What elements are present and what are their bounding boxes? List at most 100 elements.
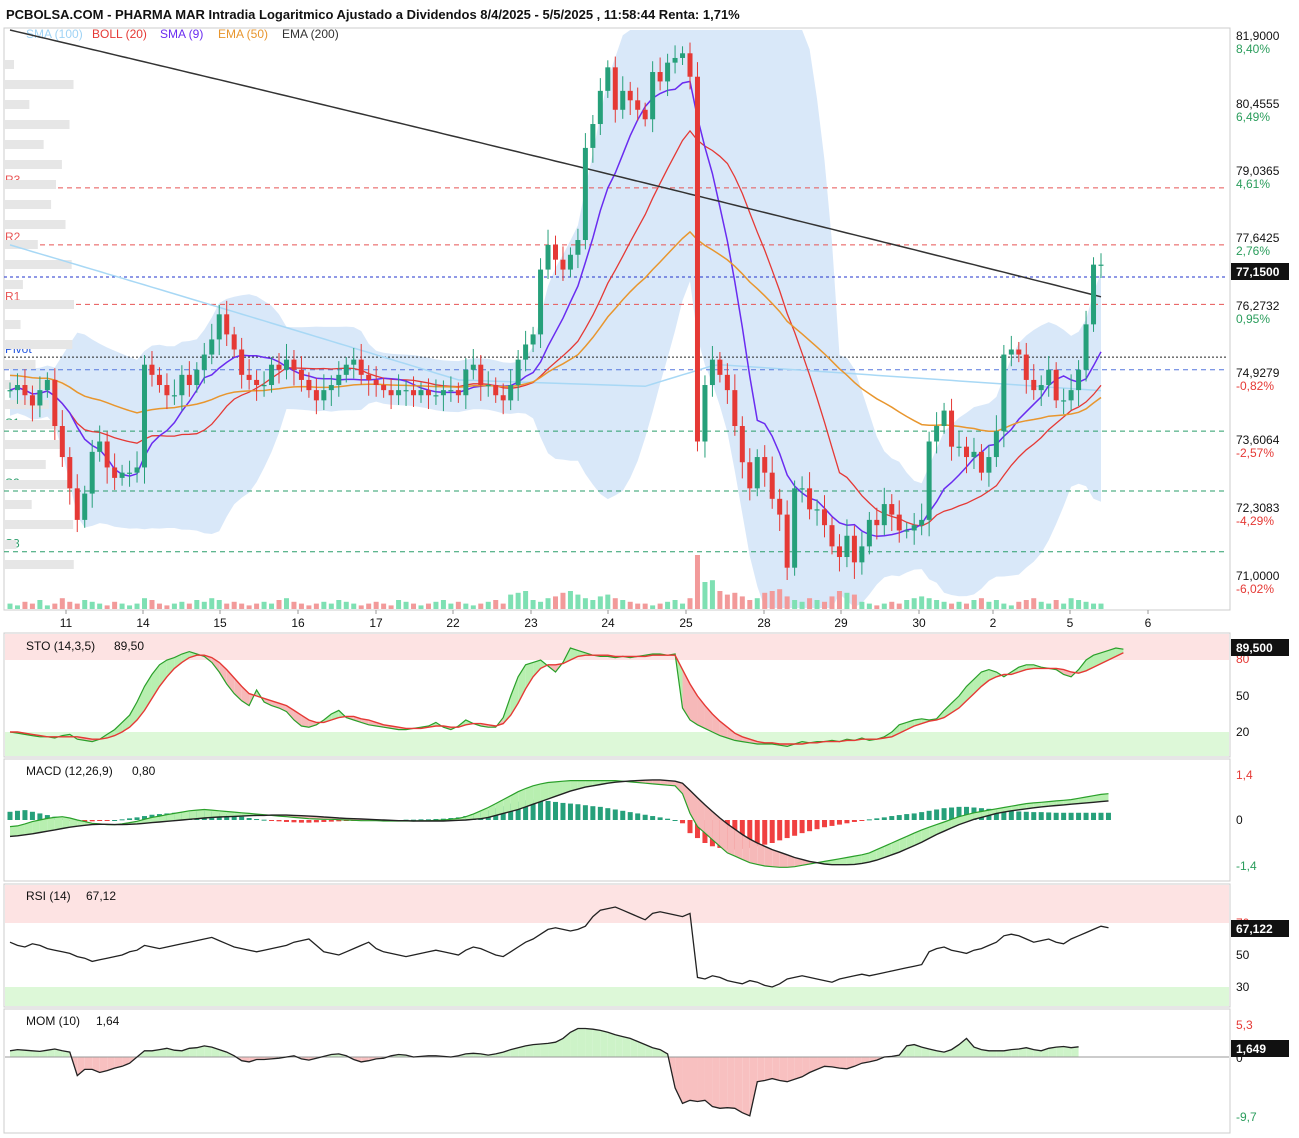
candle-body [523, 344, 529, 360]
candle-body [134, 467, 140, 473]
volume-bar [926, 598, 932, 609]
macd-fill [189, 810, 197, 820]
mom-fill [592, 1029, 601, 1057]
volume-bar [1098, 603, 1104, 609]
candle-body [620, 90, 626, 110]
candle-body [433, 395, 439, 397]
candle-body [306, 379, 312, 391]
candle-body [799, 488, 805, 490]
candle-body [396, 390, 402, 396]
candle-body [231, 334, 237, 350]
volume-bar [709, 580, 715, 609]
candle-body [508, 385, 514, 401]
candle-body [171, 395, 177, 397]
macd-fill [525, 785, 534, 807]
candle-body [612, 67, 618, 110]
pct-tick-label: -0,82% [1236, 379, 1274, 393]
candle-body [769, 472, 775, 499]
candle-body [478, 364, 484, 386]
volume-bar [201, 601, 207, 609]
mom-fill [742, 1057, 750, 1116]
volume-bar [724, 594, 730, 609]
volume-bar [1031, 598, 1037, 609]
macd-histogram-bar [836, 820, 842, 825]
macd-histogram-bar [291, 820, 297, 823]
mom-tick-label: -9,7 [1236, 1110, 1257, 1124]
candle-body [844, 535, 850, 558]
volume-bar [919, 596, 925, 609]
candle-body [463, 369, 469, 396]
candle-body [470, 364, 476, 370]
candle-body [963, 446, 969, 458]
candle-body [336, 374, 342, 386]
candle-body [59, 426, 65, 458]
volume-bar [396, 600, 402, 609]
volume-bar [605, 594, 611, 609]
volume-profile-bar [4, 280, 23, 289]
pct-tick-label: 2,76% [1236, 244, 1270, 258]
macd-histogram-bar [538, 800, 544, 820]
volume-bar [1001, 603, 1007, 609]
volume-bar [37, 600, 43, 609]
volume-bar [717, 591, 723, 609]
macd-histogram-bar [799, 820, 805, 834]
macd-histogram-bar [919, 812, 925, 820]
mom-fill [988, 1050, 997, 1057]
mom-fill [570, 1028, 578, 1057]
macd-fill [39, 818, 48, 833]
volume-bar [127, 605, 133, 609]
price-tick-label: 77,6425 [1236, 231, 1280, 245]
candle-body [829, 525, 835, 547]
candle-body [560, 259, 566, 270]
candle-body [582, 147, 588, 241]
volume-bar [164, 605, 170, 609]
candle-body [366, 374, 372, 380]
mom-fill [772, 1057, 780, 1081]
volume-bar [1091, 603, 1097, 609]
macd-histogram-bar [567, 803, 573, 820]
volume-bar [485, 601, 491, 609]
candle-body [261, 385, 267, 387]
candle-body [971, 451, 977, 458]
mom-fill [764, 1057, 773, 1081]
macd-histogram-bar [276, 820, 282, 822]
macd-histogram-bar [672, 820, 678, 821]
candle-body [919, 519, 925, 526]
candle-body [321, 390, 327, 401]
candle-body [119, 472, 125, 478]
candle-body [358, 359, 364, 375]
candle-body [254, 379, 260, 386]
candle-body [1046, 369, 1052, 386]
pct-tick-label: -4,29% [1236, 514, 1274, 528]
mom-fill [189, 1047, 197, 1057]
mom-fill [84, 1057, 93, 1070]
candle-body [1068, 390, 1074, 401]
volume-bar [313, 603, 319, 609]
macd-histogram-bar [306, 820, 312, 823]
candle-body [246, 374, 252, 380]
macd-histogram-bar [904, 814, 910, 820]
volume-bar [52, 603, 58, 609]
candle-body [104, 441, 110, 468]
macd-histogram-bar [269, 820, 275, 821]
volume-bar [836, 591, 842, 609]
macd-fill [10, 825, 18, 837]
candle-body [22, 385, 28, 396]
volume-profile-bar [4, 80, 74, 89]
volume-bar [844, 592, 850, 609]
macd-histogram-bar [328, 820, 334, 822]
macd-tick-label: -1,4 [1236, 859, 1257, 873]
volume-bar [500, 603, 506, 609]
mom-fill [727, 1057, 735, 1109]
macd-histogram-bar [89, 820, 95, 822]
volume-bar [515, 592, 521, 609]
x-tick-label: 6 [1145, 616, 1152, 630]
candle-body [283, 359, 289, 370]
candle-body [1031, 379, 1037, 391]
candle-body [112, 467, 118, 478]
volume-bar [993, 600, 999, 609]
volume-bar [22, 601, 28, 609]
volume-bar [694, 555, 700, 609]
candle-body [52, 379, 58, 427]
volume-bar [732, 592, 738, 609]
